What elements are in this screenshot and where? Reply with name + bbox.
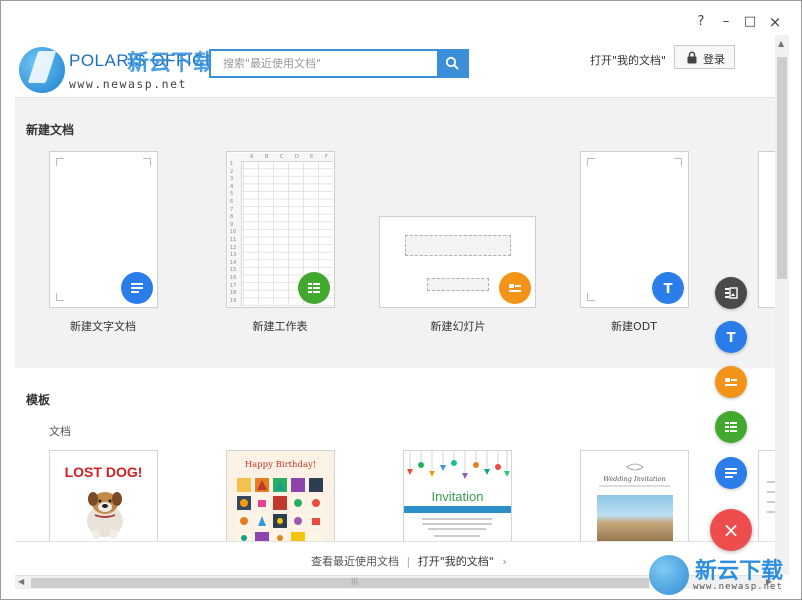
scroll-grip: ||| [351,577,359,585]
sheet-row-number: 14 [230,259,237,266]
minimize-button[interactable]: – [719,15,733,29]
sheet-row-number: 9 [230,221,234,228]
login-button[interactable]: 登录 [674,45,735,69]
horizontal-scroll-thumb[interactable] [31,578,649,588]
presentation-icon [725,287,738,299]
watermark-text: 新云下载 [695,559,784,584]
template-invitation[interactable]: Invitation [403,450,512,545]
view-recent-link[interactable]: 查看最近使用文档 [311,555,399,568]
templates-title: 模板 [26,393,51,407]
sheet-row-number: 7 [230,206,234,213]
dog-image [87,492,123,539]
slide-fab[interactable] [715,366,747,398]
sheet-row-number: 1 [230,161,234,167]
search-box [209,49,469,78]
logo-url: www.newasp.net [69,77,187,91]
maximize-button[interactable]: □ [743,15,757,29]
sheet-row-number: 10 [230,229,237,236]
new-docs-title: 新建文档 [26,123,75,137]
sheet-row-number: 12 [230,244,237,251]
garland-decoration [407,451,510,479]
birthday-illustration [237,478,323,544]
scroll-left-icon[interactable]: ◀ [18,577,24,586]
sheet-icon [298,272,330,304]
sheet-icon [725,422,737,432]
open-my-docs-link[interactable]: 打开"我的文档" [590,52,666,68]
template-lost-dog-headline: LOST DOG! [64,464,143,480]
sheet-row-number: 15 [230,267,237,274]
odt-icon: T [727,331,736,345]
template-wedding-headline: Wedding Invitation [603,475,666,483]
sheet-row-number: 8 [230,214,234,221]
chevron-right-icon[interactable]: › [502,555,506,568]
new-odt-label[interactable]: 新建ODT [554,318,714,334]
new-sheet-label[interactable]: 新建工作表 [200,318,360,334]
footer-open-my-docs-link[interactable]: 打开"我的文档" [418,555,494,568]
sheet-row-number: 13 [230,252,237,259]
footer-links: 查看最近使用文档 | 打开"我的文档" › [311,553,507,569]
close-menu-fab[interactable]: × [710,509,752,551]
sheet-row-number: 5 [230,191,234,198]
svg-text:T: T [727,331,736,345]
new-text-doc-label[interactable]: 新建文字文档 [23,318,183,334]
sheet-row-number: 16 [230,275,237,281]
sheet-row-header: 1 2 3 4 5 6 7 8 9 10 11 12 13 14 15 16 17 18 19 [228,161,242,306]
wedding-photo [597,495,673,544]
sheet-row-number: 18 [230,290,237,297]
vertical-scroll-thumb[interactable] [777,57,787,279]
search-icon [445,56,459,70]
app-window: ? – □ × POLARIS OFFICE 新云下载 www.newasp.n… [0,0,802,600]
slide-icon [725,378,737,386]
new-slide-card[interactable] [379,216,536,308]
template-lost-dog[interactable]: LOST DOG! [49,450,158,545]
new-sheet-card[interactable]: A B C D E F 1 2 3 4 5 6 7 8 9 10 11 12 13 14 15 16 17 18 1… [226,151,335,308]
login-label: 登录 [703,53,725,66]
template-invitation-headline: Invitation [431,489,484,504]
odt-fab[interactable]: T [715,321,747,353]
ornament-icon [626,463,644,471]
new-text-doc-card[interactable] [49,151,158,308]
slide-icon [499,272,531,304]
svg-text:T: T [664,282,673,296]
template-birthday[interactable]: Happy Birthday! [226,450,335,545]
search-input[interactable] [211,51,439,76]
scroll-up-icon[interactable]: ▲ [778,39,784,48]
sheet-column-header: A B C D E F [228,153,333,162]
text-doc-fab[interactable] [715,457,747,489]
sheet-row-number: 6 [230,199,234,205]
odt-icon: T [652,272,684,304]
template-birthday-headline: Happy Birthday! [244,460,317,470]
sheet-fab[interactable] [715,411,747,443]
close-window-button[interactable]: × [768,15,782,30]
template-wedding[interactable]: Wedding Invitation [580,450,689,545]
logo-icon [19,47,65,93]
vertical-scrollbar[interactable]: ▲ [775,35,789,575]
sheet-row-number: 17 [230,282,237,289]
presentation-fab[interactable] [715,277,747,309]
watermark-url: www.newasp.net [693,582,783,592]
new-slide-label[interactable]: 新建幻灯片 [378,318,538,334]
footer-separator: | [406,555,411,568]
sheet-row-number: 2 [230,168,234,175]
help-button[interactable]: ? [694,15,708,29]
logo-watermark-text: 新云下载 [127,51,216,76]
text-doc-icon [725,468,737,478]
sheet-row-number: 3 [230,176,234,183]
sheet-row-number: 11 [230,237,237,243]
new-odt-card[interactable]: T [580,151,689,308]
lock-icon [687,51,697,64]
sheet-row-number: 19 [230,297,237,304]
watermark-logo-icon [649,555,689,595]
templates-category: 文档 [49,425,71,438]
search-button[interactable] [437,51,467,76]
sheet-row-number: 4 [230,183,234,190]
text-doc-icon [121,272,153,304]
